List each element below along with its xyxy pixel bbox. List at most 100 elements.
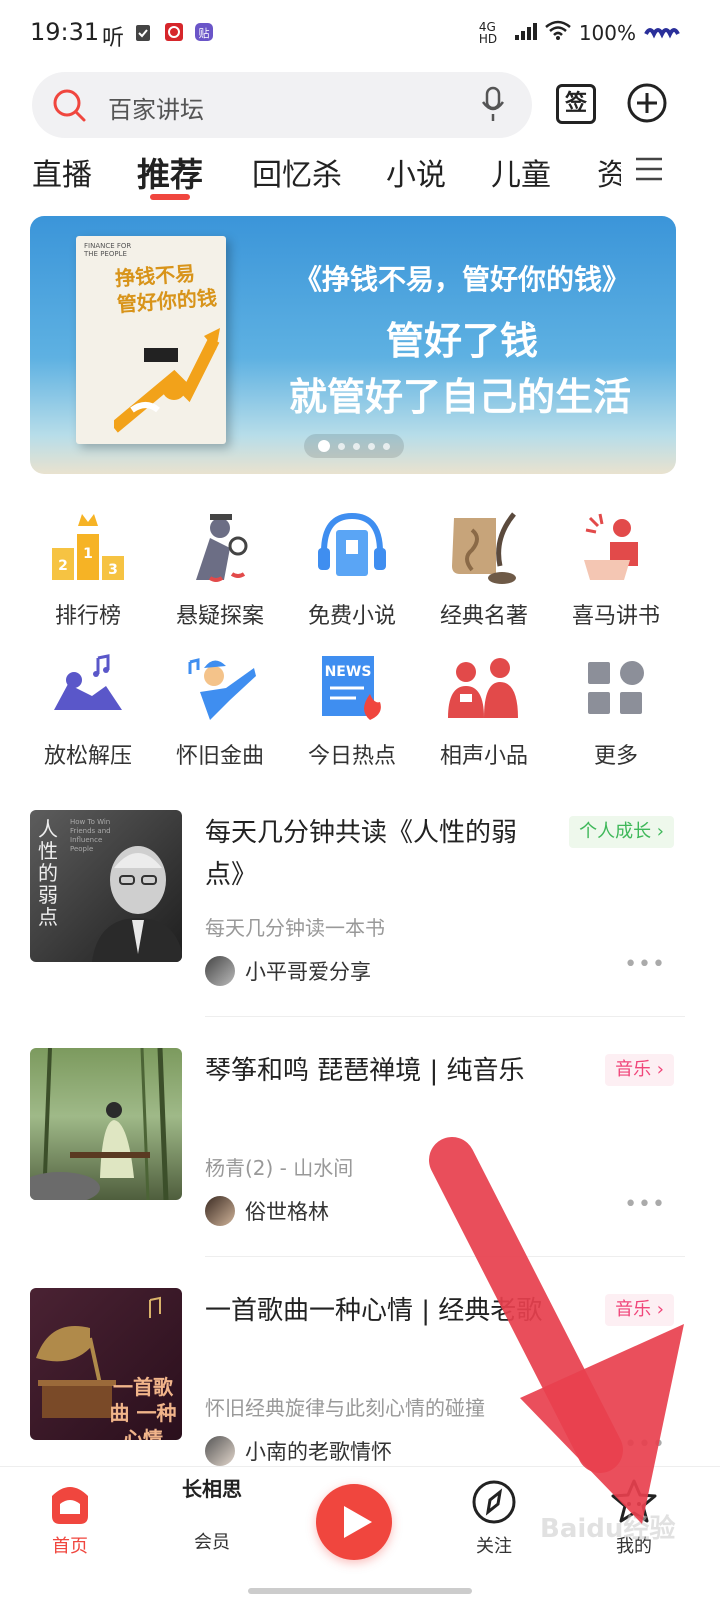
tab-live[interactable]: 直播 — [32, 150, 92, 194]
category-label: 免费小说 — [307, 604, 396, 629]
checkin-label: 签 — [564, 91, 587, 116]
category-label: 相声小品 — [439, 744, 528, 769]
tab-active-indicator — [150, 194, 190, 200]
network-label: 4G HD — [478, 19, 498, 46]
battery-icon — [644, 21, 680, 45]
category-book-talk[interactable]: 喜马讲书 — [550, 508, 682, 630]
category-label: 放松解压 — [43, 744, 132, 769]
microphone-icon[interactable] — [480, 86, 506, 128]
tab-nostalgia[interactable]: 回忆杀 — [252, 150, 342, 194]
home-indicator — [248, 1588, 472, 1594]
book-title: 挣钱不易 管好你的钱 — [114, 261, 218, 317]
item-author[interactable]: 小平哥爱分享 — [205, 956, 371, 986]
category-mystery[interactable]: 悬疑探案 — [154, 508, 286, 630]
nav-follow[interactable]: 关注 — [444, 1478, 544, 1558]
nav-vip[interactable]: 长相思 会员 — [162, 1478, 262, 1554]
item-author[interactable]: 俗世格林 — [205, 1196, 329, 1226]
category-label: 悬疑探案 — [175, 604, 264, 629]
category-label: 今日热点 — [307, 744, 396, 769]
author-name: 小平哥爱分享 — [245, 960, 371, 984]
headphone-book-icon — [312, 508, 392, 588]
app-status-icon: 贴 — [194, 22, 214, 47]
book-cover: FINANCE FOR THE PEOPLE 挣钱不易 管好你的钱 — [76, 236, 226, 444]
crosstalk-icon — [444, 648, 524, 728]
item-title: 每天几分钟共读《人性的弱点》 — [205, 818, 518, 890]
svg-text:3: 3 — [108, 562, 118, 578]
carousel-indicator — [304, 434, 404, 458]
lecturer-icon — [576, 508, 656, 588]
item-cover — [30, 1048, 182, 1200]
tag-label: 音乐 — [615, 1059, 652, 1080]
promo-banner[interactable]: FINANCE FOR THE PEOPLE 挣钱不易 管好你的钱 《挣钱不易，… — [30, 216, 676, 474]
more-grid-icon — [576, 648, 656, 728]
item-title: 琴筝和鸣 琵琶禅境 | 纯音乐 — [205, 1056, 525, 1086]
tab-recommend[interactable]: 推荐 — [137, 148, 203, 196]
home-icon — [52, 1487, 88, 1524]
signal-icon — [514, 21, 537, 45]
status-right: 4G HD 100% — [479, 20, 680, 45]
status-bar: 19:31 听 贴 4G HD 100% — [0, 0, 720, 66]
tag-label: 个人成长 — [579, 821, 652, 842]
category-news[interactable]: NEWS 今日热点 — [286, 648, 418, 770]
item-subtitle: 每天几分钟读一本书 — [205, 916, 385, 940]
tab-more-partial[interactable]: 资 — [597, 150, 621, 194]
scroll-quill-icon — [444, 508, 524, 588]
category-crosstalk[interactable]: 相声小品 — [418, 648, 550, 770]
search-bar[interactable]: 百家讲坛 — [32, 72, 532, 138]
item-subtitle: 杨青(2) - 山水间 — [205, 1156, 354, 1180]
cover-title: 一首歌曲 一种心情 — [109, 1375, 177, 1440]
category-relax[interactable]: 放松解压 — [22, 648, 154, 770]
svg-text:NEWS: NEWS — [325, 664, 372, 680]
vip-logo: 长相思 — [182, 1477, 242, 1501]
svg-text:贴: 贴 — [199, 26, 210, 40]
category-label: 喜马讲书 — [571, 604, 660, 629]
nav-label: 关注 — [476, 1536, 512, 1557]
ranking-podium-icon: 213 — [48, 508, 128, 588]
add-button[interactable] — [626, 82, 668, 128]
item-cover: 一首歌曲 一种心情 — [30, 1288, 182, 1440]
banner-line-2: 管好了钱 — [385, 319, 538, 363]
plus-circle-icon — [627, 83, 667, 123]
more-options-icon[interactable]: ••• — [624, 952, 666, 977]
svg-text:2: 2 — [58, 558, 68, 574]
cover-scene — [30, 1048, 169, 1200]
banner-line-3: 就管好了自己的生活 — [288, 375, 631, 419]
more-options-icon[interactable]: ••• — [624, 1192, 666, 1217]
banner-line-1: 《挣钱不易，管好你的钱》 — [293, 263, 630, 296]
nav-home[interactable]: 首页 — [20, 1478, 120, 1558]
category-label: 怀旧金曲 — [175, 744, 264, 769]
item-subtitle: 怀旧经典旋律与此刻心情的碰撞 — [205, 1396, 485, 1420]
divider — [205, 1256, 685, 1257]
category-ranking[interactable]: 213 排行榜 — [22, 508, 154, 630]
nav-label: 会员 — [194, 1532, 230, 1553]
avatar — [205, 1196, 235, 1226]
play-icon — [344, 1506, 372, 1538]
author-name: 俗世格林 — [245, 1200, 329, 1224]
status-time: 19:31 — [30, 18, 100, 46]
watermark: Baidu经验 — [540, 1514, 676, 1544]
category-more[interactable]: 更多 — [550, 648, 682, 770]
item-title: 一首歌曲一种心情 | 经典老歌 — [205, 1296, 543, 1326]
category-free-novel[interactable]: 免费小说 — [286, 508, 418, 630]
book-illustration — [114, 328, 220, 433]
item-tag[interactable]: 个人成长 › — [569, 816, 674, 848]
book-en-title: FINANCE FOR THE PEOPLE — [84, 242, 132, 258]
relax-music-icon — [48, 648, 128, 728]
item-tag[interactable]: 音乐 › — [605, 1054, 674, 1086]
category-classics[interactable]: 经典名著 — [418, 508, 550, 630]
play-button[interactable] — [316, 1484, 392, 1560]
divider — [205, 1016, 685, 1017]
item-author[interactable]: 小南的老歌情怀 — [205, 1436, 392, 1466]
tab-novel[interactable]: 小说 — [386, 150, 446, 194]
checkin-button[interactable]: 签 — [556, 84, 596, 124]
carousel-dot — [353, 442, 360, 450]
tab-kids[interactable]: 儿童 — [491, 150, 551, 194]
bank-app-status-icon — [164, 22, 184, 47]
author-name: 小南的老歌情怀 — [245, 1440, 392, 1464]
category-oldies[interactable]: 怀旧金曲 — [154, 648, 286, 770]
category-label: 经典名著 — [439, 604, 528, 629]
search-icon — [52, 88, 88, 128]
more-options-icon[interactable]: ••• — [624, 1432, 666, 1457]
tab-menu-button[interactable] — [620, 150, 680, 190]
item-tag[interactable]: 音乐 › — [605, 1294, 674, 1326]
